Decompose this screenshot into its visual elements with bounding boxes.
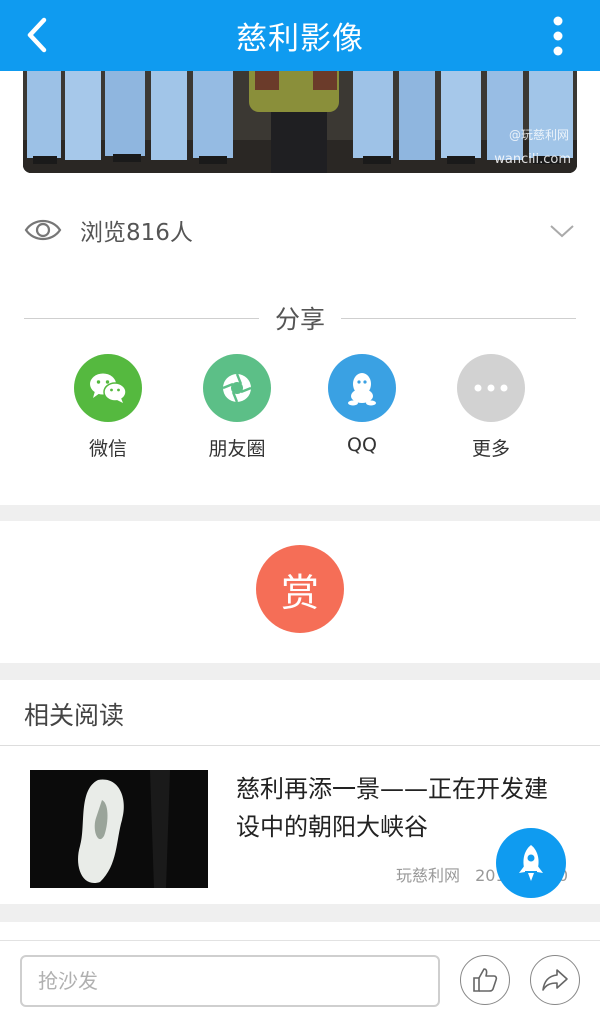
thumbs-up-icon — [473, 968, 498, 992]
share-button[interactable] — [530, 955, 580, 1005]
app-header: 慈利影像 — [0, 0, 600, 71]
wechat-icon — [74, 354, 142, 422]
chevron-left-icon — [27, 17, 47, 53]
share-moments-button[interactable]: 朋友圈 — [177, 354, 297, 461]
section-separator — [0, 663, 600, 680]
related-reading-header: 相关阅读 — [0, 680, 600, 746]
comment-input[interactable] — [20, 955, 440, 1007]
share-arrow-icon — [542, 969, 568, 991]
rocket-icon — [519, 845, 543, 881]
related-title: 相关阅读 — [24, 701, 125, 730]
view-count-row: 浏览816人 — [24, 206, 576, 254]
more-menu-button[interactable] — [538, 14, 578, 58]
comment-bar — [0, 940, 600, 1024]
share-label: 更多 — [471, 438, 510, 460]
more-vertical-icon — [553, 16, 563, 56]
share-wechat-button[interactable]: 微信 — [48, 354, 168, 461]
view-count: 浏览816人 — [80, 220, 193, 246]
share-label: 微信 — [88, 438, 127, 460]
share-more-button[interactable]: 更多 — [431, 354, 551, 461]
section-separator — [0, 904, 600, 922]
reward-label: 赏 — [280, 570, 319, 615]
divider-line — [341, 318, 576, 319]
like-button[interactable] — [460, 955, 510, 1005]
back-button[interactable] — [18, 14, 58, 56]
eye-icon — [24, 219, 62, 241]
share-heading: 分享 — [24, 300, 576, 336]
share-qq-button[interactable]: QQ — [302, 354, 422, 456]
article-source: 玩慈利网 — [396, 866, 461, 885]
page: 慈利影像 @玩慈利网 wancili.com 浏览816人 分享 微信 朋友圈 … — [0, 0, 600, 1024]
qq-icon — [328, 354, 396, 422]
rocket-fab-button[interactable] — [496, 828, 566, 898]
moments-icon — [203, 354, 271, 422]
share-options: 微信 朋友圈 QQ 更多 — [0, 354, 600, 464]
watermark-url: wancili.com — [494, 152, 571, 167]
share-label: 朋友圈 — [208, 438, 266, 460]
section-separator — [0, 505, 600, 521]
watermark-text: @玩慈利网 — [508, 128, 569, 142]
share-label: QQ — [347, 434, 377, 456]
reward-button[interactable]: 赏 — [256, 545, 344, 633]
article-thumbnail — [30, 770, 208, 888]
more-horizontal-icon — [457, 354, 525, 422]
page-title: 慈利影像 — [236, 21, 364, 57]
chevron-down-icon[interactable] — [548, 216, 576, 244]
